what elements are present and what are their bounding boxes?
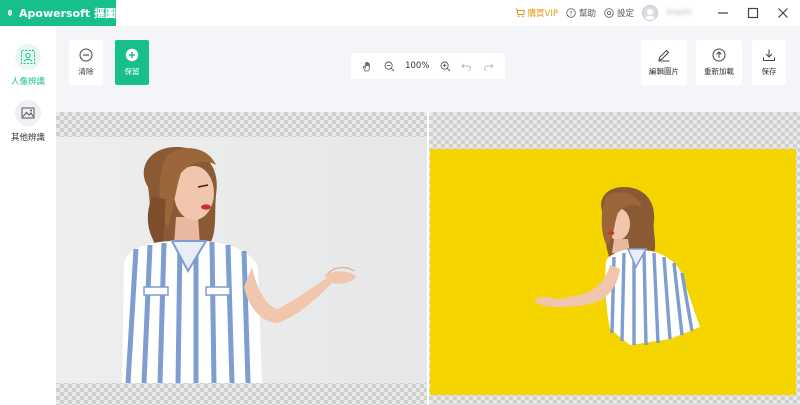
buy-vip-link[interactable]: 購買VIP (515, 7, 558, 19)
svg-text:?: ? (569, 9, 572, 17)
original-image-pane[interactable] (56, 112, 427, 405)
settings-link[interactable]: 設定 (604, 7, 634, 19)
zoom-out-icon[interactable] (384, 61, 395, 72)
woman-cutout-illustration (534, 187, 700, 346)
clear-button[interactable]: 清除 (69, 40, 103, 85)
help-label: 幫助 (578, 9, 596, 19)
redo-icon[interactable] (483, 61, 494, 72)
help-icon: ? (566, 8, 576, 18)
cart-icon (515, 8, 525, 18)
maximize-icon (747, 7, 759, 19)
help-link[interactable]: ? 幫助 (566, 7, 596, 19)
settings-label: 設定 (616, 9, 634, 19)
reload-label: 重新加載 (704, 67, 734, 76)
clear-label: 清除 (78, 67, 94, 76)
minimize-button[interactable] (714, 4, 732, 22)
upload-circle-icon (712, 48, 726, 62)
download-icon (763, 49, 775, 61)
hand-pan-icon[interactable] (362, 61, 373, 72)
sidebar-item-other[interactable]: 其他辨識 (0, 100, 56, 143)
zoom-in-icon[interactable] (440, 61, 451, 72)
close-icon (778, 8, 788, 18)
sidebar: 人像辨識 其他辨識 (0, 26, 56, 405)
app-brand: Apowersoft 摳圖 (0, 0, 116, 26)
username[interactable]: lirashi (666, 8, 702, 18)
result-photo (430, 149, 796, 395)
keep-button[interactable]: 保留 (115, 40, 149, 85)
portrait-select-icon (15, 44, 41, 70)
woman-portrait-illustration (122, 147, 356, 383)
gear-icon (604, 8, 614, 18)
sidebar-item-label: 人像辨識 (10, 77, 45, 87)
image-icon (15, 100, 41, 126)
avatar[interactable] (642, 5, 658, 21)
sidebar-item-label: 其他辨識 (10, 133, 45, 143)
zoom-level: 100% (405, 61, 430, 71)
reload-button[interactable]: 重新加載 (696, 40, 742, 85)
title-bar: Apowersoft 摳圖 購買VIP ? 幫助 設定 lirashi (0, 0, 800, 26)
sidebar-item-portrait[interactable]: 人像辨識 (0, 44, 56, 87)
app-title: Apowersoft 摳圖 (19, 7, 116, 20)
pencil-icon (658, 49, 670, 62)
save-label: 保存 (761, 67, 777, 76)
edit-image-label: 編輯圖片 (649, 67, 679, 76)
undo-icon[interactable] (461, 61, 472, 72)
plus-circle-icon (125, 48, 139, 62)
keep-label: 保留 (124, 67, 140, 76)
buy-vip-label: 購買VIP (527, 9, 558, 19)
minus-circle-icon (79, 48, 93, 62)
result-image-pane[interactable] (429, 112, 800, 405)
edit-image-button[interactable]: 編輯圖片 (641, 40, 687, 85)
maximize-button[interactable] (744, 4, 762, 22)
save-button[interactable]: 保存 (752, 40, 786, 85)
leaf-logo-icon (7, 9, 13, 17)
zoom-toolbar: 100% (351, 53, 505, 79)
close-button[interactable] (774, 4, 792, 22)
original-photo (56, 137, 427, 383)
minimize-icon (718, 12, 728, 14)
